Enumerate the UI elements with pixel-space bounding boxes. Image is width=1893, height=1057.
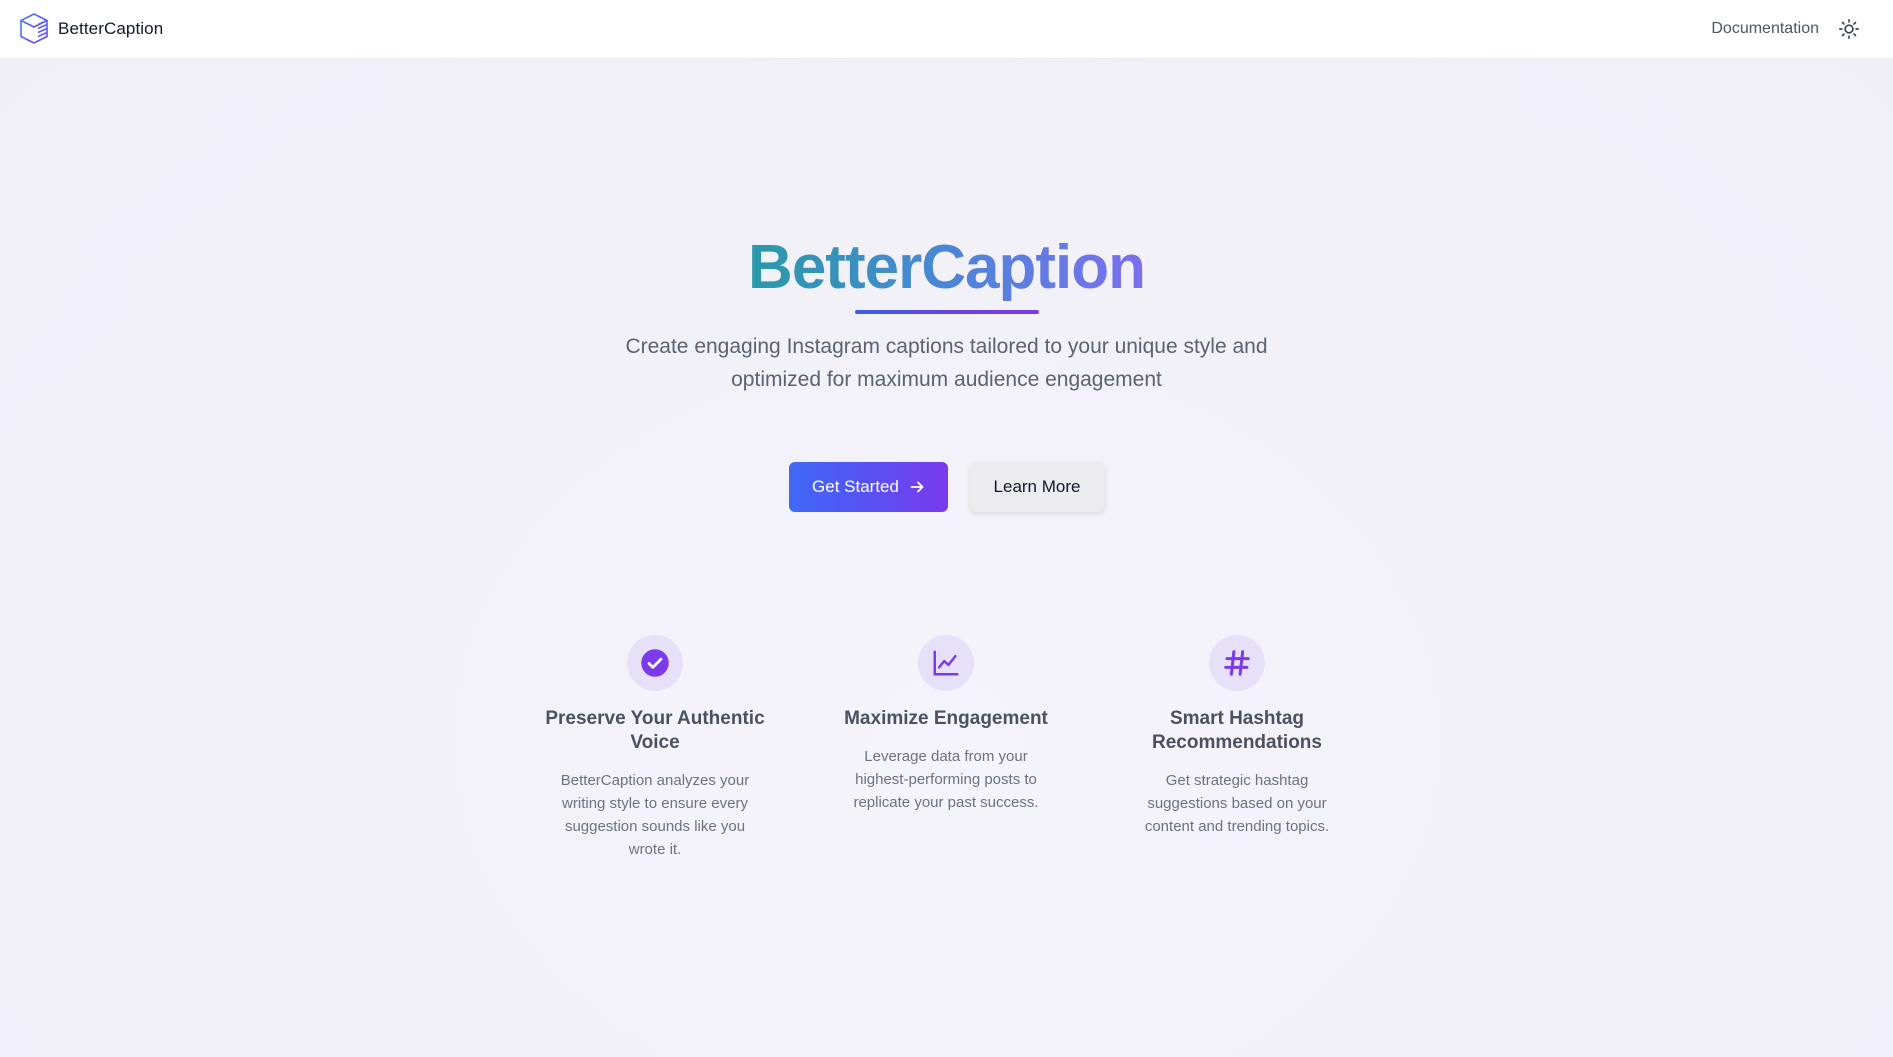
title-underline xyxy=(854,310,1039,314)
feature-card-engagement: Maximize Engagement Leverage data from y… xyxy=(813,604,1079,890)
hero-subtitle: Create engaging Instagram captions tailo… xyxy=(625,335,1268,391)
sun-icon xyxy=(1839,19,1859,39)
check-circle-icon xyxy=(641,649,669,677)
arrow-right-icon xyxy=(910,481,924,493)
feature-title: Preserve Your Authentic Voice xyxy=(545,708,765,753)
brand-name: BetterCaption xyxy=(58,19,164,38)
feature-icon-wrap xyxy=(1209,635,1265,691)
cube-logo-icon xyxy=(20,13,48,44)
learn-more-button[interactable]: Learn More xyxy=(970,462,1104,512)
feature-card-voice: Preserve Your Authentic Voice BetterCapt… xyxy=(522,604,788,890)
hero-title: BetterCaption xyxy=(748,230,1146,306)
hashtag-icon xyxy=(1224,650,1250,676)
feature-description: BetterCaption analyzes your writing styl… xyxy=(560,772,750,858)
brand-link[interactable]: BetterCaption xyxy=(18,12,163,46)
nav-actions: Documentation xyxy=(1711,17,1861,41)
line-chart-icon xyxy=(933,650,959,676)
hero-section: BetterCaption Create engaging Instagram … xyxy=(0,230,1893,512)
feature-icon-wrap xyxy=(918,635,974,691)
feature-title: Smart Hashtag Recommendations xyxy=(1152,708,1322,753)
hero-actions: Get Started Learn More xyxy=(0,462,1893,512)
feature-description: Leverage data from your highest-performi… xyxy=(853,748,1039,811)
features-section: Preserve Your Authentic Voice BetterCapt… xyxy=(522,604,1370,890)
get-started-label: Get Started xyxy=(812,477,899,496)
feature-icon-wrap xyxy=(627,635,683,691)
documentation-link[interactable]: Documentation xyxy=(1711,20,1819,38)
get-started-button[interactable]: Get Started xyxy=(789,462,948,512)
feature-description: Get strategic hashtag suggestions based … xyxy=(1144,772,1330,835)
feature-title: Maximize Engagement xyxy=(844,708,1048,729)
theme-toggle-button[interactable] xyxy=(1837,17,1861,41)
feature-card-hashtag: Smart Hashtag Recommendations Get strate… xyxy=(1104,604,1370,890)
top-navbar: BetterCaption Documentation xyxy=(0,0,1893,59)
